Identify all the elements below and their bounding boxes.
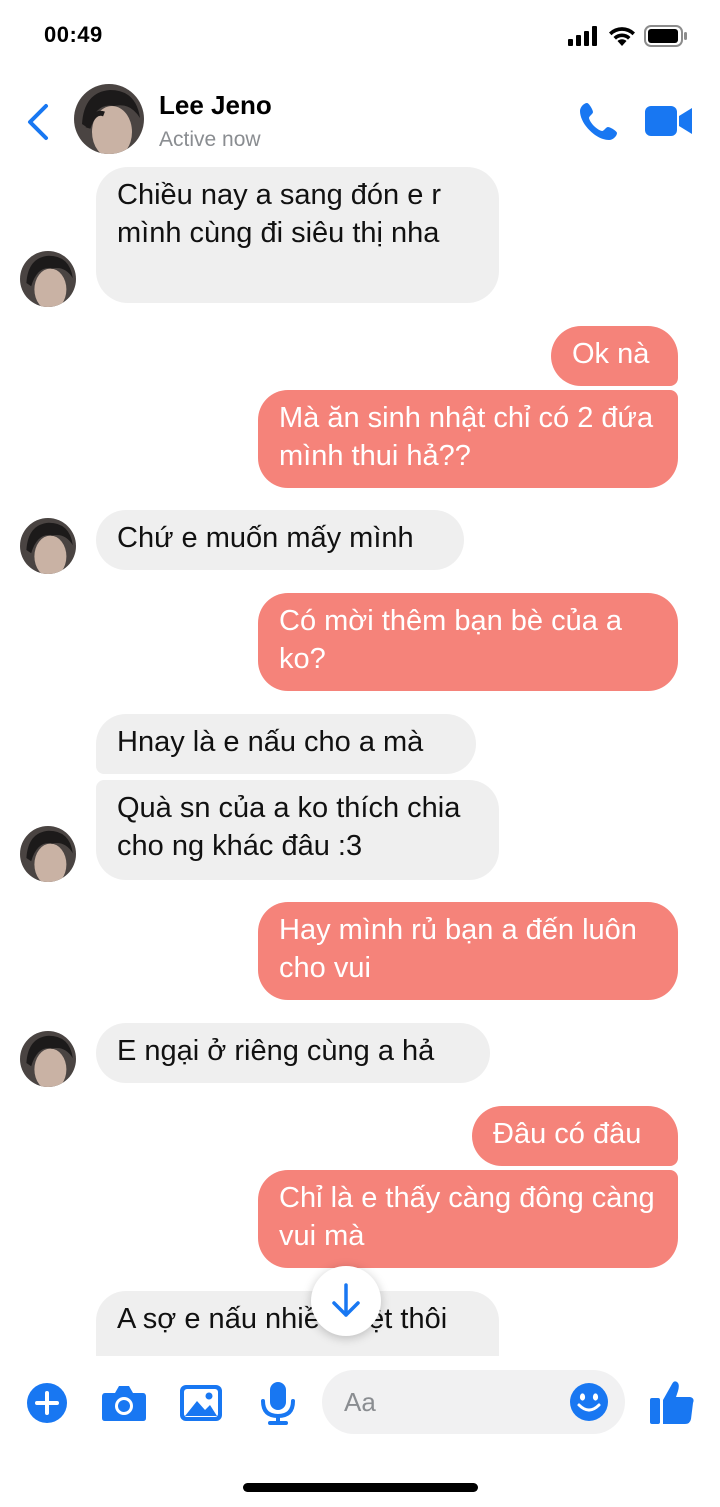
back-button[interactable] [22, 100, 54, 144]
message-incoming[interactable]: Hnay là e nấu cho a mà [96, 714, 476, 774]
contact-status: Active now [159, 128, 261, 151]
like-button[interactable] [648, 1378, 696, 1426]
sender-avatar [20, 251, 76, 307]
status-icons [568, 24, 688, 48]
arrow-down-icon [332, 1283, 360, 1317]
message-input-box[interactable] [322, 1370, 625, 1434]
message-outgoing[interactable]: Hay mình rủ bạn a đến luôn cho vui [258, 902, 678, 1000]
contact-avatar[interactable] [74, 84, 144, 154]
microphone-icon [261, 1382, 295, 1425]
message-incoming[interactable]: Chiều nay a sang đón e r mình cùng đi si… [96, 167, 499, 303]
scroll-to-bottom-button[interactable] [311, 1266, 381, 1336]
emoji-button[interactable] [569, 1382, 609, 1422]
status-time: 00:49 [44, 22, 103, 47]
message-incoming[interactable]: Quà sn của a ko thích chia cho ng khác đ… [96, 780, 499, 880]
message-outgoing[interactable]: Đâu có đâu [472, 1106, 678, 1166]
sender-avatar [20, 518, 76, 574]
message-outgoing[interactable]: Chỉ là e thấy càng đông càng vui mà [258, 1170, 678, 1268]
plus-icon [27, 1383, 67, 1423]
voice-call-button[interactable] [578, 100, 620, 142]
voice-record-button[interactable] [255, 1380, 301, 1426]
wifi-icon [609, 27, 635, 46]
status-bar: 00:49 [0, 0, 720, 70]
contact-name[interactable]: Lee Jeno [159, 90, 272, 121]
back-chevron-icon [28, 104, 48, 140]
message-input[interactable] [344, 1382, 564, 1422]
sender-avatar [20, 1031, 76, 1087]
message-incoming[interactable]: E ngại ở riêng cùng a hả [96, 1023, 490, 1083]
emoji-icon [570, 1383, 608, 1421]
sender-avatar [20, 826, 76, 882]
phone-icon [580, 103, 617, 140]
more-actions-button[interactable] [24, 1380, 70, 1426]
camera-button[interactable] [101, 1380, 147, 1426]
video-call-button[interactable] [644, 102, 694, 140]
battery-icon [644, 25, 687, 47]
message-list[interactable]: Chiều nay a sang đón e r mình cùng đi si… [0, 164, 720, 1356]
message-incoming[interactable]: Chứ e muốn mấy mình [96, 510, 464, 570]
message-incoming[interactable]: A sợ e nấu nhiều mệt thôi [96, 1291, 499, 1356]
video-camera-icon [645, 106, 692, 136]
camera-icon [102, 1386, 146, 1421]
home-indicator[interactable] [243, 1483, 478, 1492]
gallery-button[interactable] [178, 1380, 224, 1426]
thumbs-up-icon [650, 1381, 694, 1424]
message-outgoing[interactable]: Mà ăn sinh nhật chỉ có 2 đứa mình thui h… [258, 390, 678, 488]
image-icon [180, 1385, 222, 1421]
chat-header: Lee Jeno Active now [0, 78, 720, 164]
message-outgoing[interactable]: Ok nà [551, 326, 678, 386]
signal-icon [568, 26, 597, 46]
message-composer [0, 1360, 720, 1450]
message-outgoing[interactable]: Có mời thêm bạn bè của a ko? [258, 593, 678, 691]
